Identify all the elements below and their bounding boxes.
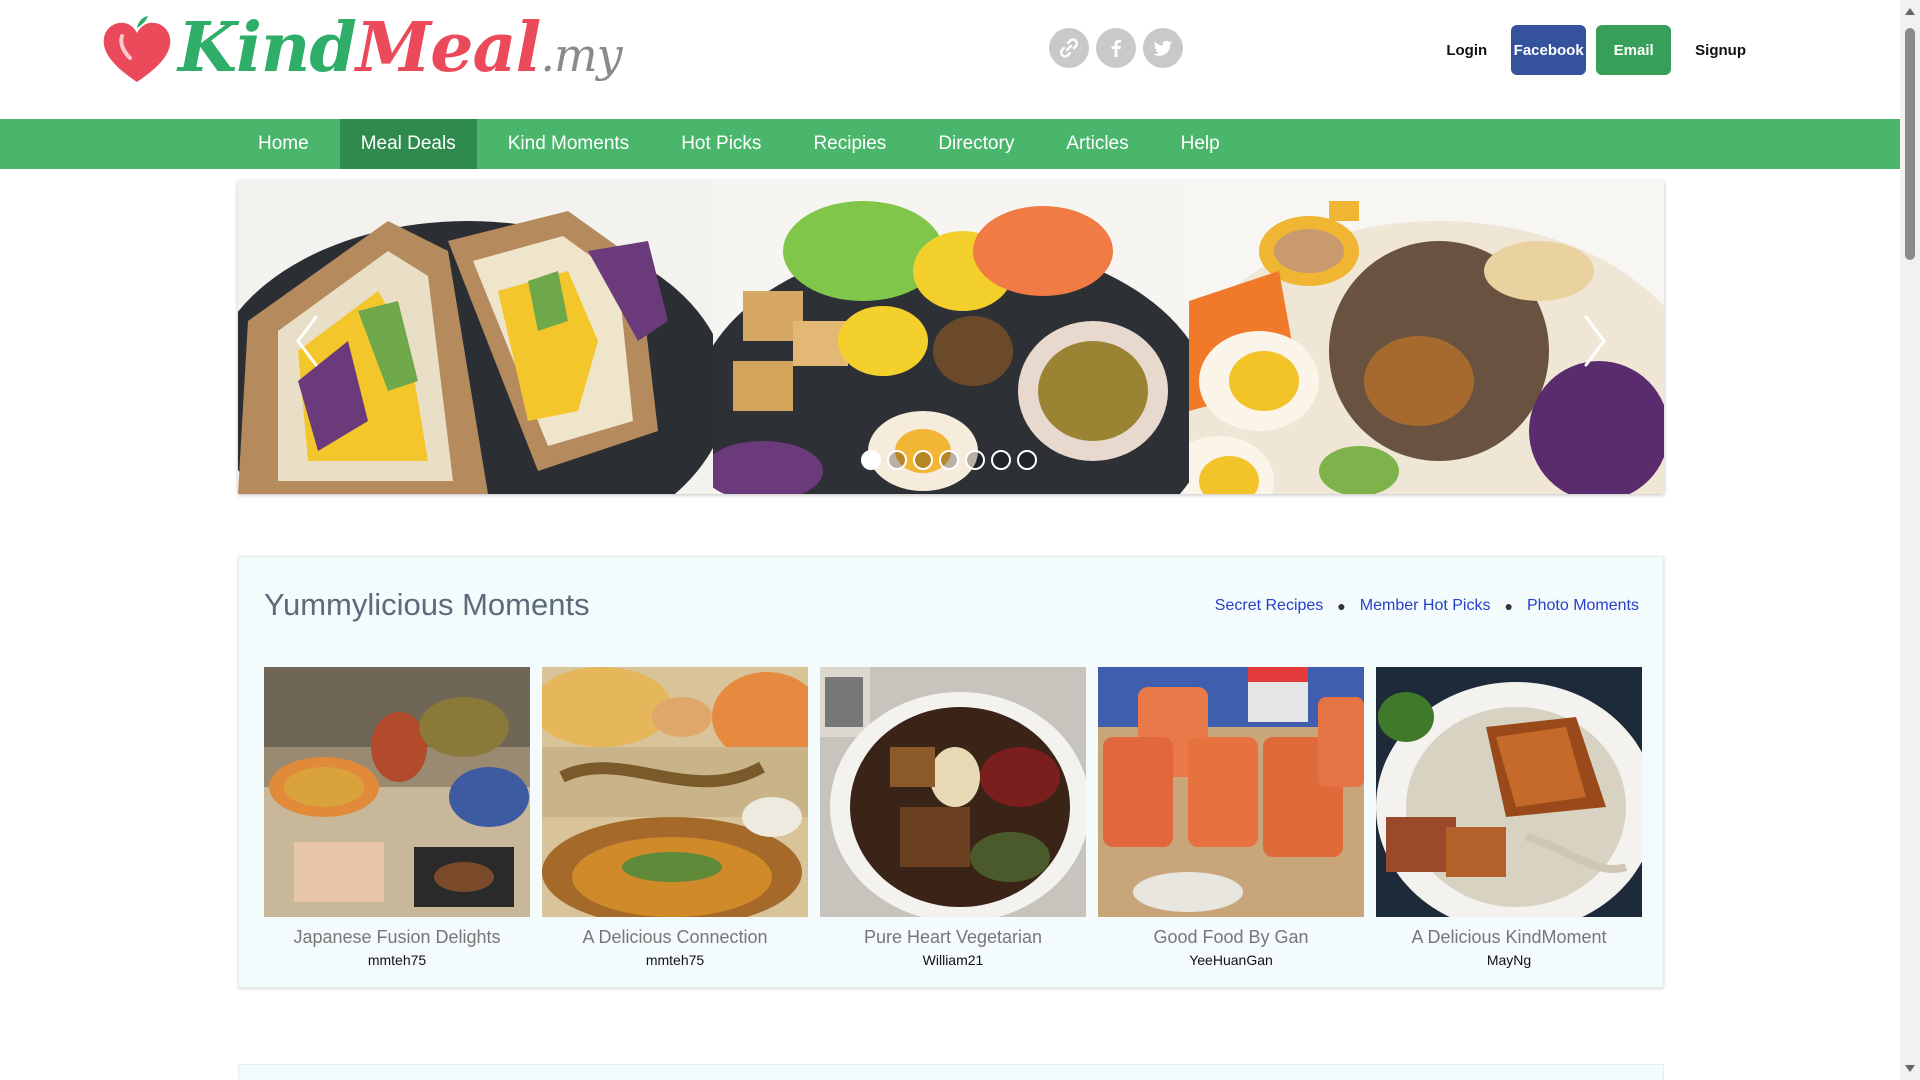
- nav-item-recipies[interactable]: Recipies: [792, 119, 907, 169]
- slider-dot[interactable]: [965, 450, 985, 470]
- slider-prev-arrow[interactable]: [288, 311, 328, 371]
- member-hot-picks-link[interactable]: Member Hot Picks: [1360, 597, 1491, 615]
- nav-list: Home Meal Deals Kind Moments Hot Picks Recip…: [237, 119, 1251, 169]
- link-separator: ●: [1504, 598, 1513, 614]
- moment-title[interactable]: Pure Heart Vegetarian: [820, 927, 1086, 948]
- nav-item-articles[interactable]: Articles: [1045, 119, 1149, 169]
- moment-user[interactable]: mmteh75: [264, 952, 530, 968]
- moment-photo[interactable]: [1376, 667, 1656, 932]
- moment-card[interactable]: Japanese Fusion Delights mmteh75: [264, 667, 530, 968]
- moment-card[interactable]: A Delicious Connection mmteh75: [532, 667, 822, 968]
- moment-user[interactable]: mmteh75: [542, 952, 808, 968]
- link-separator: ●: [1337, 598, 1346, 614]
- nav-item-home[interactable]: Home: [237, 119, 330, 169]
- slider-dot[interactable]: [939, 450, 959, 470]
- page-scrollbar[interactable]: [1900, 0, 1920, 1080]
- logo-kind: Kind: [178, 8, 357, 88]
- link-icon[interactable]: [1049, 28, 1089, 68]
- slider-dot[interactable]: [913, 450, 933, 470]
- photo-moments-link[interactable]: Photo Moments: [1527, 597, 1639, 615]
- nav-item-help[interactable]: Help: [1160, 119, 1241, 169]
- moment-photo[interactable]: [264, 667, 530, 917]
- moment-title[interactable]: Good Food By Gan: [1098, 927, 1364, 948]
- moment-cards: Japanese Fusion Delights mmteh75 A Delic…: [264, 667, 1656, 968]
- slider-dot[interactable]: [991, 450, 1011, 470]
- moment-photo[interactable]: [1098, 667, 1364, 917]
- slider-dot[interactable]: [887, 450, 907, 470]
- moment-card[interactable]: A Delicious KindMoment MayNg: [1376, 667, 1656, 968]
- moment-card[interactable]: Pure Heart Vegetarian William21: [820, 667, 1090, 968]
- nav-item-meal-deals[interactable]: Meal Deals: [339, 119, 477, 169]
- logo-meal: Meal: [355, 8, 541, 88]
- slider-dot[interactable]: [1017, 450, 1037, 470]
- moment-photo[interactable]: [820, 667, 1090, 922]
- nav-item-kind-moments[interactable]: Kind Moments: [487, 119, 650, 169]
- moment-title[interactable]: Japanese Fusion Delights: [264, 927, 530, 948]
- logo-tld: .my: [540, 28, 622, 82]
- facebook-icon[interactable]: [1096, 28, 1136, 68]
- moment-user[interactable]: William21: [820, 952, 1086, 968]
- scroll-thumb[interactable]: [1905, 28, 1915, 260]
- slider-dot[interactable]: [861, 450, 881, 470]
- next-section-panel: [238, 1064, 1664, 1080]
- moment-title[interactable]: A Delicious KindMoment: [1376, 927, 1642, 948]
- nav-item-hot-picks[interactable]: Hot Picks: [660, 119, 782, 169]
- slider-next-arrow[interactable]: [1574, 311, 1614, 371]
- facebook-login-button[interactable]: Facebook: [1511, 25, 1587, 75]
- email-login-button[interactable]: Email: [1596, 25, 1672, 75]
- site-header: KindMeal.my Login Facebook Email Signup: [0, 0, 1900, 119]
- site-logo[interactable]: KindMeal.my: [100, 8, 623, 104]
- scroll-down-arrow[interactable]: [1905, 1065, 1915, 1072]
- social-links: [1049, 28, 1183, 68]
- nav-item-directory[interactable]: Directory: [917, 119, 1035, 169]
- hero-slider: [238, 181, 1664, 494]
- login-link[interactable]: Login: [1432, 42, 1501, 59]
- yummylicious-moments-panel: Yummylicious Moments Secret Recipes ● Me…: [238, 556, 1664, 988]
- scroll-up-arrow[interactable]: [1905, 8, 1915, 15]
- main-nav: Home Meal Deals Kind Moments Hot Picks Recip…: [0, 119, 1900, 169]
- moment-photo[interactable]: [532, 667, 822, 927]
- heart-apple-icon: [103, 16, 171, 82]
- slider-pagination: [861, 450, 1037, 470]
- moment-user[interactable]: MayNg: [1376, 952, 1642, 968]
- secret-recipes-link[interactable]: Secret Recipes: [1215, 597, 1324, 615]
- section-links: Secret Recipes ● Member Hot Picks ● Phot…: [1215, 597, 1639, 615]
- twitter-icon[interactable]: [1143, 28, 1183, 68]
- logo-wordmark: KindMeal.my: [178, 8, 623, 88]
- slide-image-bowl: [713, 181, 1189, 494]
- signup-link[interactable]: Signup: [1681, 42, 1760, 59]
- section-title: Yummylicious Moments: [264, 587, 590, 622]
- moment-user[interactable]: YeeHuanGan: [1098, 952, 1364, 968]
- moment-card[interactable]: Good Food By Gan YeeHuanGan: [1098, 667, 1364, 968]
- auth-links: Login Facebook Email Signup: [1432, 25, 1760, 75]
- moment-title[interactable]: A Delicious Connection: [542, 927, 808, 948]
